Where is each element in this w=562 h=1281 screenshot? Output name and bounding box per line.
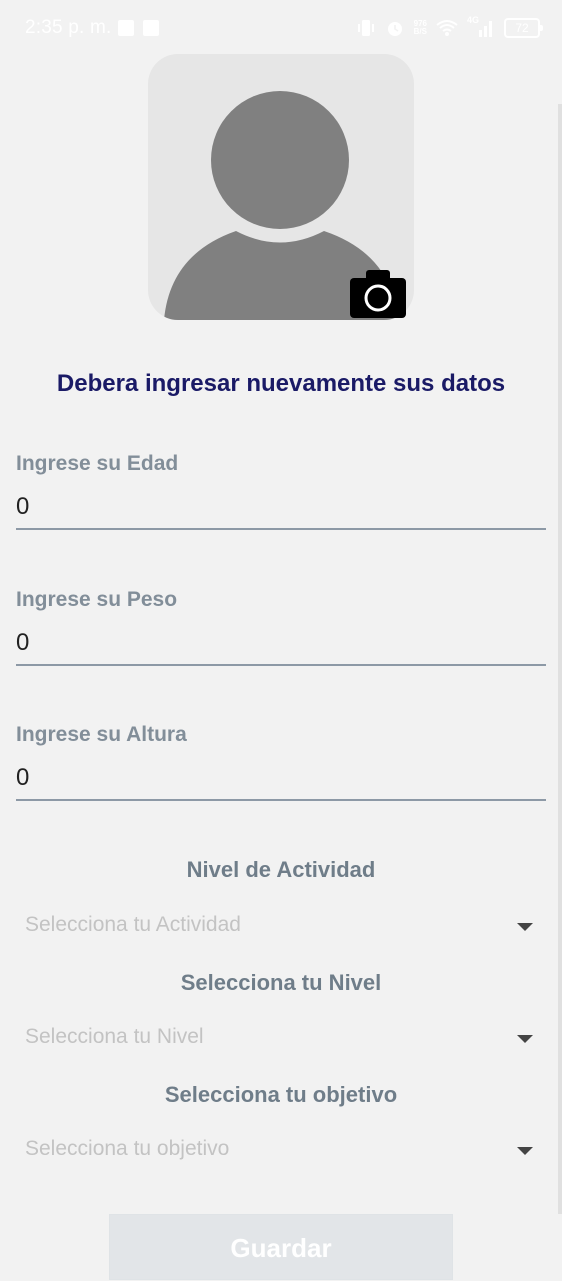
camera-icon[interactable] — [350, 268, 406, 318]
signal-icon: 4G — [467, 15, 495, 38]
status-icons: 976 B/S 4G 72 — [356, 15, 543, 39]
weight-input[interactable] — [16, 622, 546, 666]
activity-title: Nivel de Actividad — [186, 857, 376, 882]
wifi-icon — [436, 20, 458, 36]
age-label: Ingrese su Edad — [16, 452, 179, 475]
network-speed: 976 B/S — [413, 19, 427, 36]
weight-label: Ingrese su Peso — [16, 588, 178, 611]
goal-title: Selecciona tu objetivo — [164, 1082, 398, 1107]
dropdown-arrow-icon — [517, 1147, 533, 1155]
battery-indicator: 72 — [504, 18, 543, 38]
dropdown-arrow-icon — [517, 1035, 533, 1043]
notification-icon — [118, 20, 134, 36]
level-title: Selecciona tu Nivel — [180, 970, 382, 995]
height-label: Ingrese su Altura — [16, 723, 187, 746]
goal-select[interactable]: Selecciona tu objetivo — [25, 1131, 535, 1171]
save-button[interactable]: Guardar — [109, 1214, 453, 1280]
status-bar: 2:35 p. m. 976 B/S 4G 72 — [0, 0, 562, 56]
vibrate-icon — [357, 20, 374, 36]
goal-placeholder: Selecciona tu objetivo — [25, 1137, 230, 1160]
dropdown-arrow-icon — [517, 923, 533, 931]
page-title: Debera ingresar nuevamente sus datos — [56, 370, 506, 397]
notification-icon — [143, 20, 159, 36]
activity-select[interactable]: Selecciona tu Actividad — [25, 907, 535, 947]
activity-placeholder: Selecciona tu Actividad — [25, 913, 241, 936]
status-time: 2:35 p. m. — [25, 17, 112, 38]
age-input[interactable] — [16, 486, 546, 530]
alarm-icon — [387, 22, 402, 36]
level-placeholder: Selecciona tu Nivel — [25, 1025, 204, 1048]
height-input[interactable] — [16, 757, 546, 801]
level-select[interactable]: Selecciona tu Nivel — [25, 1019, 535, 1059]
scrollbar[interactable] — [558, 104, 562, 1214]
